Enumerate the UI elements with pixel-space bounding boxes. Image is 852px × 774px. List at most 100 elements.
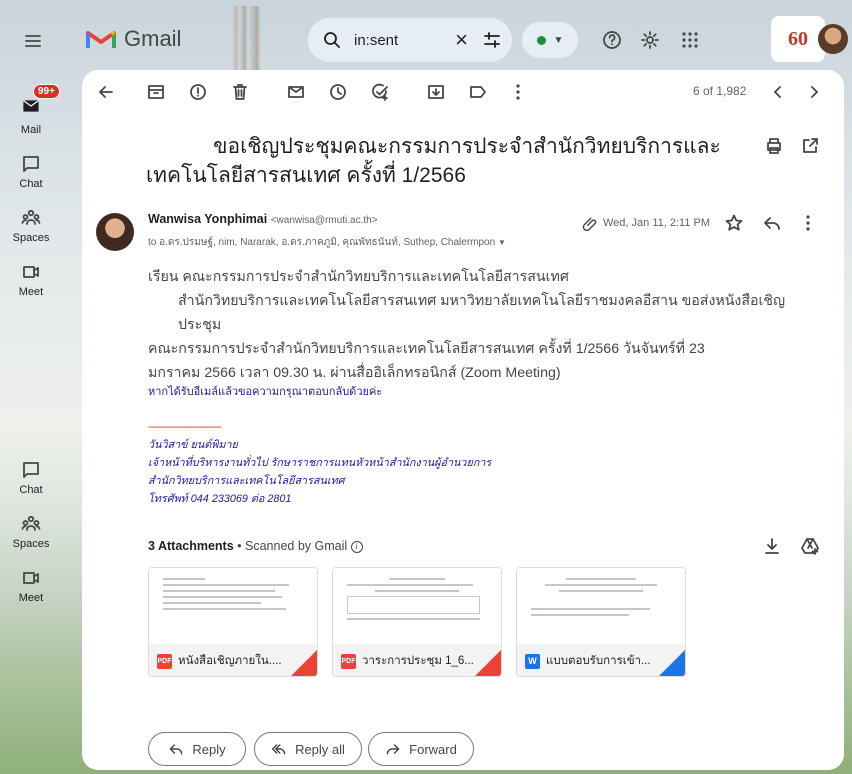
search-icon[interactable] [322, 30, 342, 50]
archive-icon [148, 85, 164, 99]
left-rail-secondary: Chat Spaces Meet [0, 460, 62, 622]
older-button[interactable] [804, 82, 824, 102]
print-button[interactable] [764, 136, 784, 156]
rail-item-chat-2[interactable]: Chat [0, 460, 62, 496]
message-body: เรียน คณะกรรมการประจำสำนักวิทยบริการและเ… [148, 265, 828, 385]
organization-logo-text: 60 [788, 27, 808, 50]
gmail-logo[interactable]: Gmail [86, 26, 181, 52]
report-icon [190, 84, 206, 100]
reply-all-icon [271, 744, 286, 755]
forward-label: Forward [409, 741, 457, 757]
main-menu-button[interactable] [23, 31, 43, 51]
signature-org: สำนักวิทยบริการและเทคโนโลยีสารสนเทศ [148, 475, 345, 487]
forward-button[interactable]: Forward [368, 732, 474, 766]
rail-item-meet-2[interactable]: Meet [0, 568, 62, 604]
arrow-left-icon [99, 86, 113, 98]
reply-icon-button[interactable] [762, 213, 782, 233]
mark-unread-button[interactable] [286, 82, 306, 102]
sender-name[interactable]: Wanwisa Yonphimai [148, 212, 267, 226]
more-actions-button[interactable] [508, 82, 528, 102]
sender-email: <wanwisa@rmuti.ac.th> [270, 215, 378, 226]
archive-button[interactable] [146, 82, 166, 102]
download-icon [765, 538, 779, 554]
attachment-filename-1: หนังสือเชิญภายใน.... [178, 655, 282, 667]
add-to-drive-button[interactable] [800, 536, 820, 556]
clock-icon [330, 84, 346, 100]
attachment-card-2[interactable]: PDF วาระการประชุม 1_6... [332, 567, 502, 677]
signature-phone: โทรศัพท์ 044 233069 ต่อ 2801 [148, 493, 292, 505]
attachment-icon [582, 217, 597, 231]
snooze-button[interactable] [328, 82, 348, 102]
reply-all-label: Reply all [295, 741, 345, 757]
rail-label-meet: Meet [18, 286, 44, 298]
label-icon [470, 86, 486, 98]
file-corner-icon [475, 650, 501, 676]
rail-label-chat: Chat [19, 178, 43, 190]
apps-grid-icon [682, 32, 698, 48]
mail-outline-icon [288, 86, 304, 98]
subject-line-1: ขอเชิญประชุมคณะกรรมการประจำสำนักวิทยบริก… [213, 135, 721, 158]
print-icon [767, 138, 781, 154]
attachment-card-3[interactable]: W แบบตอบรับการเข้า... [516, 567, 686, 677]
settings-button[interactable] [640, 30, 660, 50]
chevron-left-icon [774, 86, 781, 98]
reply-button[interactable]: Reply [148, 732, 246, 766]
word-file-icon: W [525, 653, 540, 669]
mail-pill: 99+ [14, 84, 60, 120]
info-icon[interactable]: i [350, 540, 363, 553]
message-more-button[interactable] [798, 213, 818, 233]
rail-item-chat[interactable]: Chat [0, 154, 62, 190]
recipients-line[interactable]: to อ.ดร.ปรมษฐ์, nim, Nararak, อ.ดร.ภาคภู… [148, 235, 506, 250]
clear-search-icon[interactable]: × [455, 29, 468, 51]
download-all-button[interactable] [762, 536, 782, 556]
more-vert-icon [806, 215, 810, 231]
background-decoration [232, 6, 274, 78]
move-to-button[interactable] [426, 82, 446, 102]
rail-item-meet[interactable]: Meet [0, 262, 62, 298]
labels-button[interactable] [468, 82, 488, 102]
attachment-thumbnail-1 [149, 568, 317, 644]
open-new-window-button[interactable] [800, 136, 820, 156]
rail-item-spaces[interactable]: Spaces [0, 208, 62, 244]
reply-icon [764, 217, 780, 230]
search-bar[interactable]: in:sent × [308, 18, 512, 62]
chevron-down-icon: ▼ [553, 34, 564, 46]
star-button[interactable] [724, 213, 744, 233]
status-selector[interactable]: ▼ [522, 22, 578, 58]
add-to-tasks-button[interactable] [370, 82, 390, 102]
back-button[interactable] [96, 82, 116, 102]
rail-label-mail: Mail [20, 124, 42, 136]
move-to-icon [428, 85, 444, 99]
apps-button[interactable] [680, 30, 700, 50]
search-options-icon[interactable] [482, 30, 502, 50]
sender-avatar[interactable] [96, 213, 134, 251]
open-in-new-icon [803, 138, 818, 153]
rail-label-meet-2: Meet [18, 592, 44, 604]
organization-logo[interactable]: 60 [771, 16, 825, 62]
date-text: Wed, Jan 11, 2:11 PM [603, 217, 711, 229]
delete-button[interactable] [230, 82, 250, 102]
rail-item-spaces-2[interactable]: Spaces [0, 514, 62, 550]
rail-label-spaces-2: Spaces [12, 538, 50, 550]
recipients: to อ.ดร.ปรมษฐ์, nim, Nararak, อ.ดร.ภาคภู… [148, 237, 496, 248]
newer-button[interactable] [768, 82, 788, 102]
attachment-card-1[interactable]: PDF หนังสือเชิญภายใน.... [148, 567, 318, 677]
message-date: Wed, Jan 11, 2:11 PM [582, 215, 710, 231]
file-corner-icon [659, 650, 685, 676]
search-input[interactable]: in:sent [354, 32, 455, 49]
attachment-filename-2: วาระการประชุม 1_6... [362, 655, 474, 667]
account-avatar[interactable] [818, 24, 848, 54]
support-button[interactable] [602, 30, 622, 50]
sender-line: Wanwisa Yonphimai <wanwisa@rmuti.ac.th> [148, 212, 378, 226]
left-rail: 99+ Mail Chat Spaces Meet [0, 84, 62, 316]
signature: ---------------------------- วันวิสาข์ ย… [148, 418, 491, 508]
signature-name: วันวิสาข์ ยนต์พิมาย [148, 439, 238, 451]
report-spam-button[interactable] [188, 82, 208, 102]
rail-item-mail[interactable]: 99+ Mail [0, 84, 62, 136]
reply-all-button[interactable]: Reply all [254, 732, 362, 766]
reply-label: Reply [192, 741, 226, 757]
rail-label-chat-2: Chat [19, 484, 43, 496]
attachment-thumbnail-2 [333, 568, 501, 644]
chat-icon [23, 462, 39, 478]
scanned-by-gmail: Scanned by Gmail [245, 539, 348, 553]
